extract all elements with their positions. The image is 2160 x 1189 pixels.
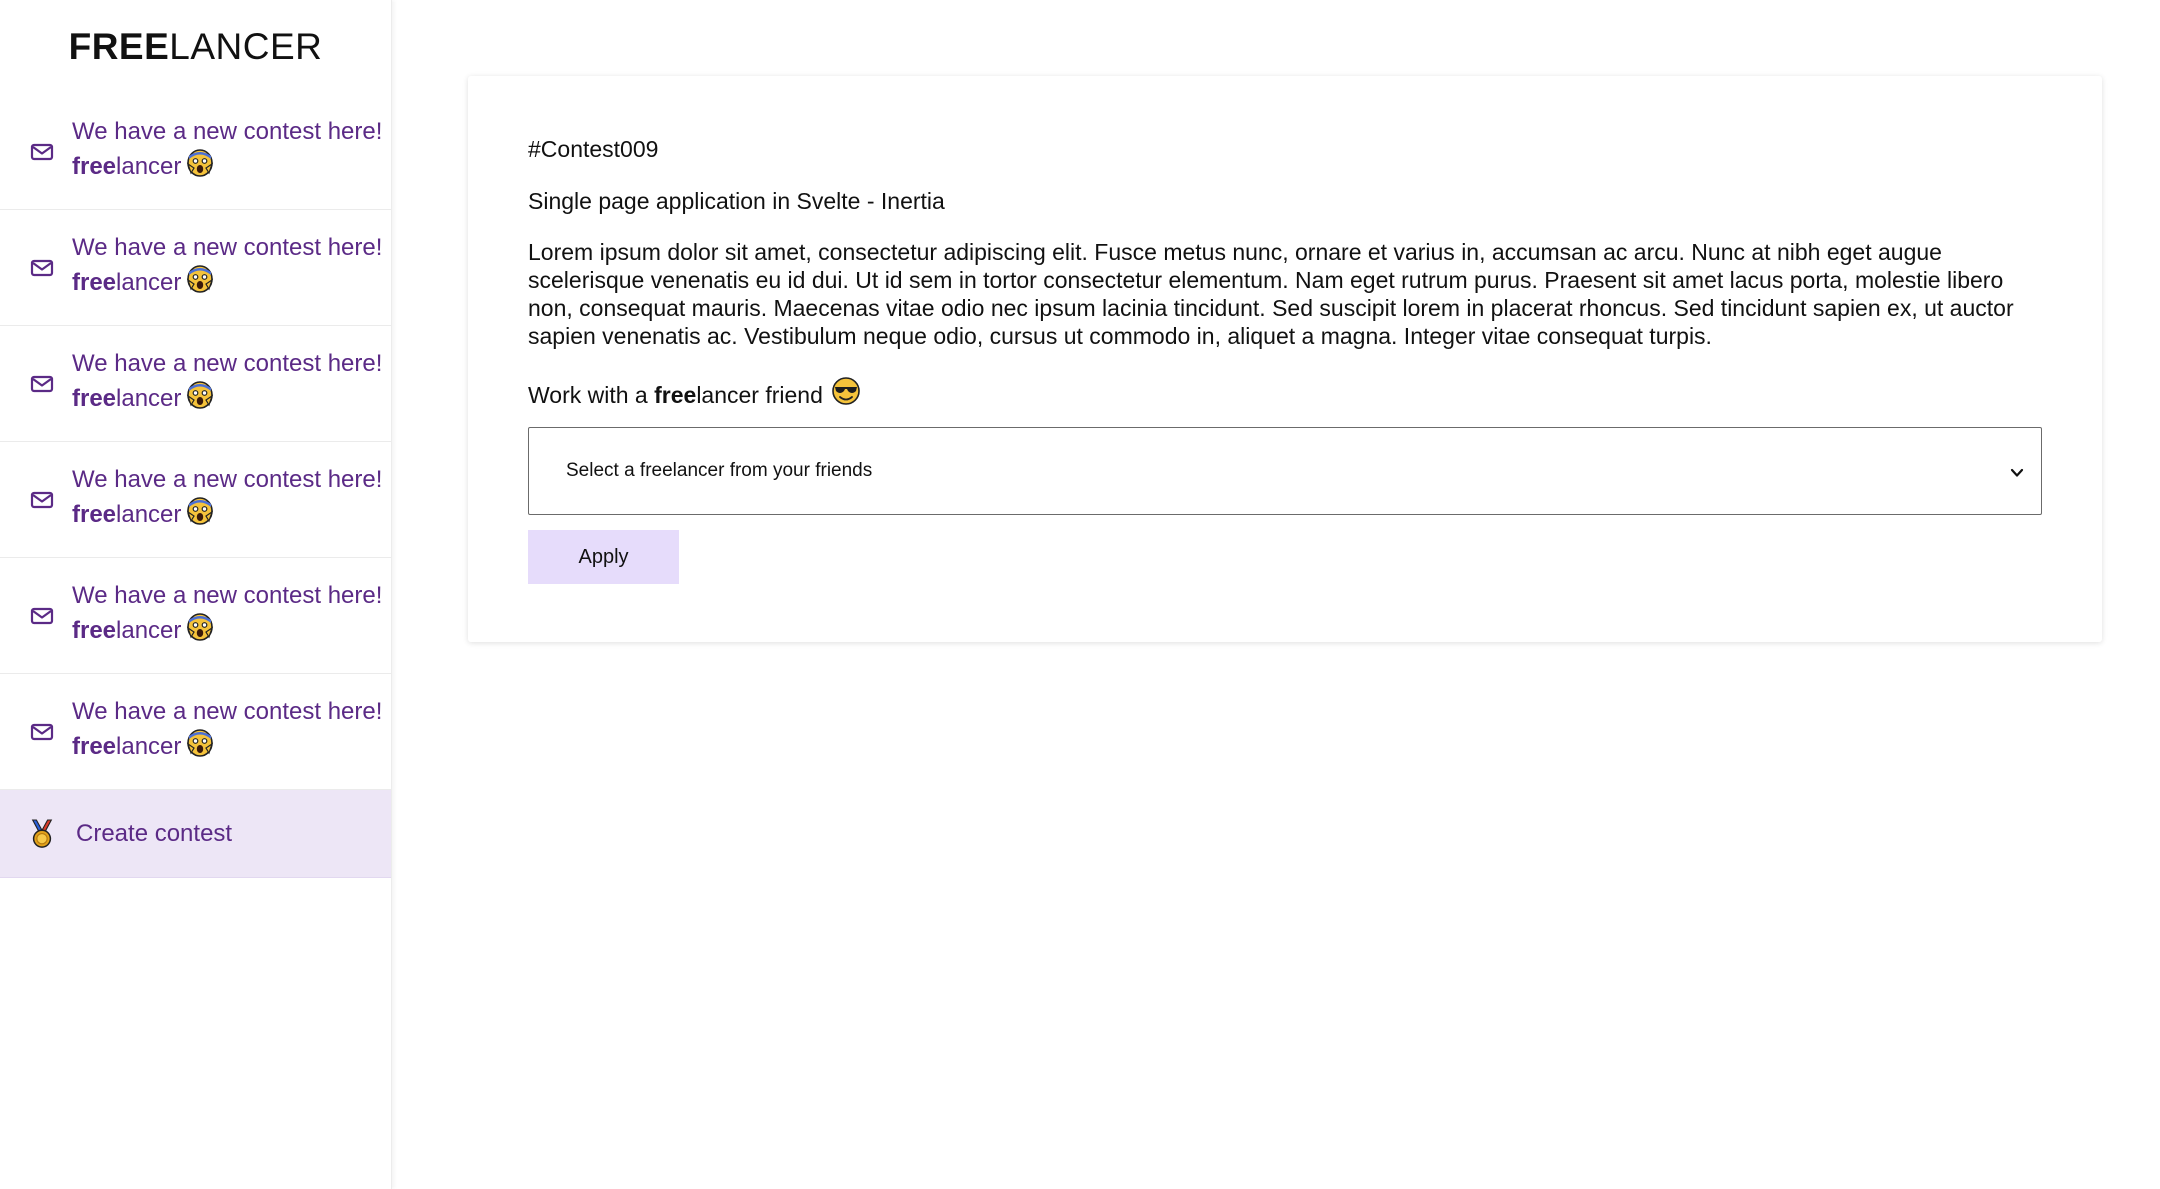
notification-text: We have a new contest here! freelancer (72, 464, 391, 535)
brand-logo-light: LANCER (169, 26, 323, 67)
notification-suffix: lancer (116, 268, 182, 296)
notification-item[interactable]: We have a new contest here! freelancer (0, 326, 391, 442)
face-screaming-emoji-icon (185, 380, 215, 419)
work-label-prefix: Work with a (528, 381, 655, 408)
notification-list: We have a new contest here! freelancer W… (0, 94, 391, 878)
notification-highlight: free (72, 616, 117, 644)
notification-item[interactable]: We have a new contest here! freelancer (0, 558, 391, 674)
notification-prefix: We have a new contest here! (72, 582, 383, 609)
chevron-down-icon (2009, 464, 2025, 478)
notification-prefix: We have a new contest here! (72, 350, 383, 377)
mail-icon (28, 718, 56, 746)
mail-icon (28, 370, 56, 398)
create-contest-label: Create contest (76, 819, 233, 847)
work-with-friend-label: Work with a free lancer friend (528, 376, 2042, 413)
notification-suffix: lancer (116, 384, 182, 412)
notification-item[interactable]: We have a new contest here! freelancer (0, 210, 391, 326)
freelancer-friend-select[interactable]: Select a freelancer from your friends (528, 427, 2042, 515)
notification-item[interactable]: We have a new contest here! freelancer (0, 94, 391, 210)
notification-prefix: We have a new contest here! (72, 118, 383, 145)
notification-prefix: We have a new contest here! (72, 234, 383, 261)
sidebar: FREE LANCER We have a new contest here! f… (0, 0, 392, 1189)
notification-item[interactable]: We have a new contest here! freelancer (0, 442, 391, 558)
mail-icon (28, 486, 56, 514)
notification-highlight: free (72, 268, 117, 296)
contest-description: Lorem ipsum dolor sit amet, consectetur … (528, 239, 2014, 349)
notification-item[interactable]: We have a new contest here! freelancer (0, 674, 391, 790)
mail-icon (28, 138, 56, 166)
contest-title: Single page application in Svelte - Iner… (528, 188, 945, 214)
app-root: FREE LANCER We have a new contest here! f… (0, 0, 2160, 1189)
notification-text: We have a new contest here! freelancer (72, 116, 391, 187)
contest-card: #Contest009 Single page application in S… (468, 76, 2102, 642)
face-screaming-emoji-icon (185, 264, 215, 303)
notification-highlight: free (72, 732, 117, 760)
notification-suffix: lancer (116, 500, 182, 528)
face-screaming-emoji-icon (185, 148, 215, 187)
face-screaming-emoji-icon (185, 612, 215, 651)
sunglasses-face-emoji-icon (831, 376, 861, 413)
notification-highlight: free (72, 384, 117, 412)
notification-prefix: We have a new contest here! (72, 466, 383, 493)
work-label-suffix: lancer friend (696, 381, 823, 408)
medal-icon (28, 818, 56, 848)
sidebar-item-create-contest[interactable]: Create contest (0, 790, 391, 878)
work-label-highlight: free (654, 381, 697, 408)
freelancer-friend-select-value: Select a freelancer from your friends (566, 460, 873, 481)
contest-id: #Contest009 (528, 136, 659, 162)
brand-logo[interactable]: FREE LANCER (0, 0, 391, 94)
mail-icon (28, 254, 56, 282)
notification-text: We have a new contest here! freelancer (72, 580, 391, 651)
notification-highlight: free (72, 152, 117, 180)
notification-highlight: free (72, 500, 117, 528)
notification-prefix: We have a new contest here! (72, 698, 383, 725)
notification-suffix: lancer (116, 616, 182, 644)
face-screaming-emoji-icon (185, 496, 215, 535)
brand-logo-strong: FREE (68, 26, 170, 67)
notification-suffix: lancer (116, 152, 182, 180)
face-screaming-emoji-icon (185, 728, 215, 767)
notification-text: We have a new contest here! freelancer (72, 696, 391, 767)
apply-button[interactable]: Apply (528, 530, 679, 584)
notification-text: We have a new contest here! freelancer (72, 232, 391, 303)
notification-suffix: lancer (116, 732, 182, 760)
notification-text: We have a new contest here! freelancer (72, 348, 391, 419)
mail-icon (28, 602, 56, 630)
